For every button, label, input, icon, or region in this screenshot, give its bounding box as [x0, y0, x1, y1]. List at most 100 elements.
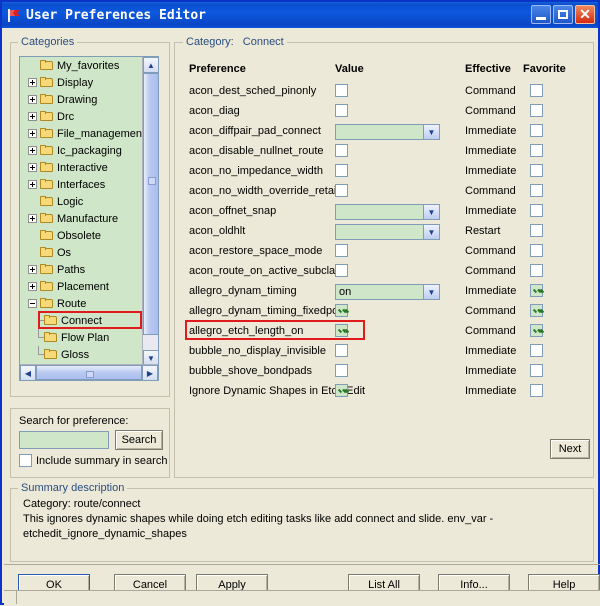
favorite-checkbox[interactable] — [530, 164, 543, 177]
value-checkbox[interactable] — [335, 364, 348, 377]
favorite-cell — [530, 104, 543, 117]
scroll-right-arrow-icon[interactable]: ▶ — [142, 365, 158, 380]
tree-item-my-favorites[interactable]: My_favorites — [20, 57, 142, 74]
value-checkbox[interactable] — [335, 164, 348, 177]
include-summary-row[interactable]: Include summary in search — [19, 454, 167, 467]
expand-plus-icon[interactable] — [28, 112, 37, 121]
tree-hscroll-thumb[interactable] — [36, 365, 142, 380]
next-button[interactable]: Next — [550, 439, 590, 459]
chevron-down-icon[interactable]: ▼ — [423, 205, 439, 219]
effective-label: Command — [465, 85, 516, 97]
tree-item-connect[interactable]: Connect — [20, 312, 142, 329]
favorite-checkbox[interactable] — [530, 284, 543, 297]
minimize-button[interactable] — [531, 5, 551, 24]
value-checkbox[interactable] — [335, 84, 348, 97]
tree-item-label: Placement — [57, 280, 109, 293]
include-summary-checkbox[interactable] — [19, 454, 32, 467]
expand-plus-icon[interactable] — [28, 95, 37, 104]
search-input[interactable] — [19, 431, 109, 449]
tree-item-label: Connect — [61, 314, 102, 327]
chevron-down-icon[interactable]: ▼ — [423, 125, 439, 139]
favorite-checkbox[interactable] — [530, 344, 543, 357]
favorite-checkbox[interactable] — [530, 264, 543, 277]
favorite-checkbox[interactable] — [530, 84, 543, 97]
favorite-checkbox[interactable] — [530, 224, 543, 237]
favorite-checkbox[interactable] — [530, 184, 543, 197]
value-checkbox[interactable] — [335, 304, 348, 317]
expand-plus-icon[interactable] — [28, 163, 37, 172]
tree-item-interfaces[interactable]: Interfaces — [20, 176, 142, 193]
expand-plus-icon[interactable] — [28, 214, 37, 223]
tree-item-route[interactable]: Route — [20, 295, 142, 312]
favorite-checkbox[interactable] — [530, 144, 543, 157]
expand-plus-icon[interactable] — [28, 282, 37, 291]
value-dropdown[interactable]: ▼ — [335, 224, 440, 240]
value-checkbox[interactable] — [335, 144, 348, 157]
scroll-up-arrow-icon[interactable]: ▲ — [143, 57, 158, 73]
value-dropdown[interactable]: ▼ — [335, 204, 440, 220]
tree-item-file-management[interactable]: File_management — [20, 125, 142, 142]
favorite-cell — [530, 384, 543, 397]
value-checkbox[interactable] — [335, 384, 348, 397]
favorite-checkbox[interactable] — [530, 204, 543, 217]
tree-item-drc[interactable]: Drc — [20, 108, 142, 125]
tree-vertical-scrollbar[interactable]: ▲ ▼ — [142, 57, 158, 366]
tree-item-label: Paths — [57, 263, 86, 276]
tree-item-flow-plan[interactable]: Flow Plan — [20, 329, 142, 346]
tree-item-ic-packaging[interactable]: Ic_packaging — [20, 142, 142, 159]
favorite-checkbox[interactable] — [530, 324, 543, 337]
favorite-cell — [530, 224, 543, 237]
tree-item-gloss[interactable]: Gloss — [20, 346, 142, 363]
preference-row: bubble_no_display_invisible Immediate — [175, 341, 593, 361]
preference-value-cell — [335, 144, 348, 157]
close-button[interactable]: ✕ — [575, 5, 595, 24]
tree-item-display[interactable]: Display — [20, 74, 142, 91]
value-checkbox[interactable] — [335, 344, 348, 357]
favorite-checkbox[interactable] — [530, 384, 543, 397]
value-dropdown[interactable]: ▼ — [335, 124, 440, 140]
favorite-checkbox[interactable] — [530, 364, 543, 377]
category-tree[interactable]: My_favorites Display Drawing Drc File_manage… — [19, 56, 159, 381]
folder-icon — [40, 196, 54, 207]
tree-horizontal-scrollbar[interactable]: ◀ ▶ — [20, 364, 158, 380]
scroll-left-arrow-icon[interactable]: ◀ — [20, 365, 36, 380]
chevron-down-icon[interactable]: ▼ — [423, 285, 439, 299]
collapse-minus-icon[interactable] — [28, 299, 37, 308]
tree-item-placement[interactable]: Placement — [20, 278, 142, 295]
favorite-checkbox[interactable] — [530, 104, 543, 117]
value-checkbox[interactable] — [335, 324, 348, 337]
header-preference: Preference — [189, 63, 246, 75]
tree-item-drawing[interactable]: Drawing — [20, 91, 142, 108]
maximize-button[interactable] — [553, 5, 573, 24]
preference-row: allegro_dynam_timing on ▼ Immediate — [175, 281, 593, 301]
value-checkbox[interactable] — [335, 264, 348, 277]
expand-plus-icon[interactable] — [28, 129, 37, 138]
value-checkbox[interactable] — [335, 104, 348, 117]
expand-plus-icon[interactable] — [28, 146, 37, 155]
favorite-checkbox[interactable] — [530, 304, 543, 317]
chevron-down-icon[interactable]: ▼ — [423, 225, 439, 239]
expand-plus-icon[interactable] — [28, 180, 37, 189]
folder-icon — [44, 315, 58, 326]
favorite-cell — [530, 244, 543, 257]
favorite-checkbox[interactable] — [530, 124, 543, 137]
tree-item-obsolete[interactable]: Obsolete — [20, 227, 142, 244]
value-checkbox[interactable] — [335, 184, 348, 197]
folder-icon — [40, 179, 54, 190]
tree-item-manufacture[interactable]: Manufacture — [20, 210, 142, 227]
tree-item-paths[interactable]: Paths — [20, 261, 142, 278]
tree-item-interactive[interactable]: Interactive — [20, 159, 142, 176]
expand-plus-icon[interactable] — [28, 78, 37, 87]
status-grip — [4, 591, 17, 604]
value-dropdown[interactable]: on ▼ — [335, 284, 440, 300]
favorite-checkbox[interactable] — [530, 244, 543, 257]
search-button[interactable]: Search — [115, 430, 163, 450]
tree-item-logic[interactable]: Logic — [20, 193, 142, 210]
folder-icon — [44, 332, 58, 343]
value-checkbox[interactable] — [335, 244, 348, 257]
summary-group-label: Summary description — [18, 482, 128, 494]
tree-vscroll-thumb[interactable] — [143, 73, 158, 335]
expand-plus-icon[interactable] — [28, 265, 37, 274]
tree-item-os[interactable]: Os — [20, 244, 142, 261]
